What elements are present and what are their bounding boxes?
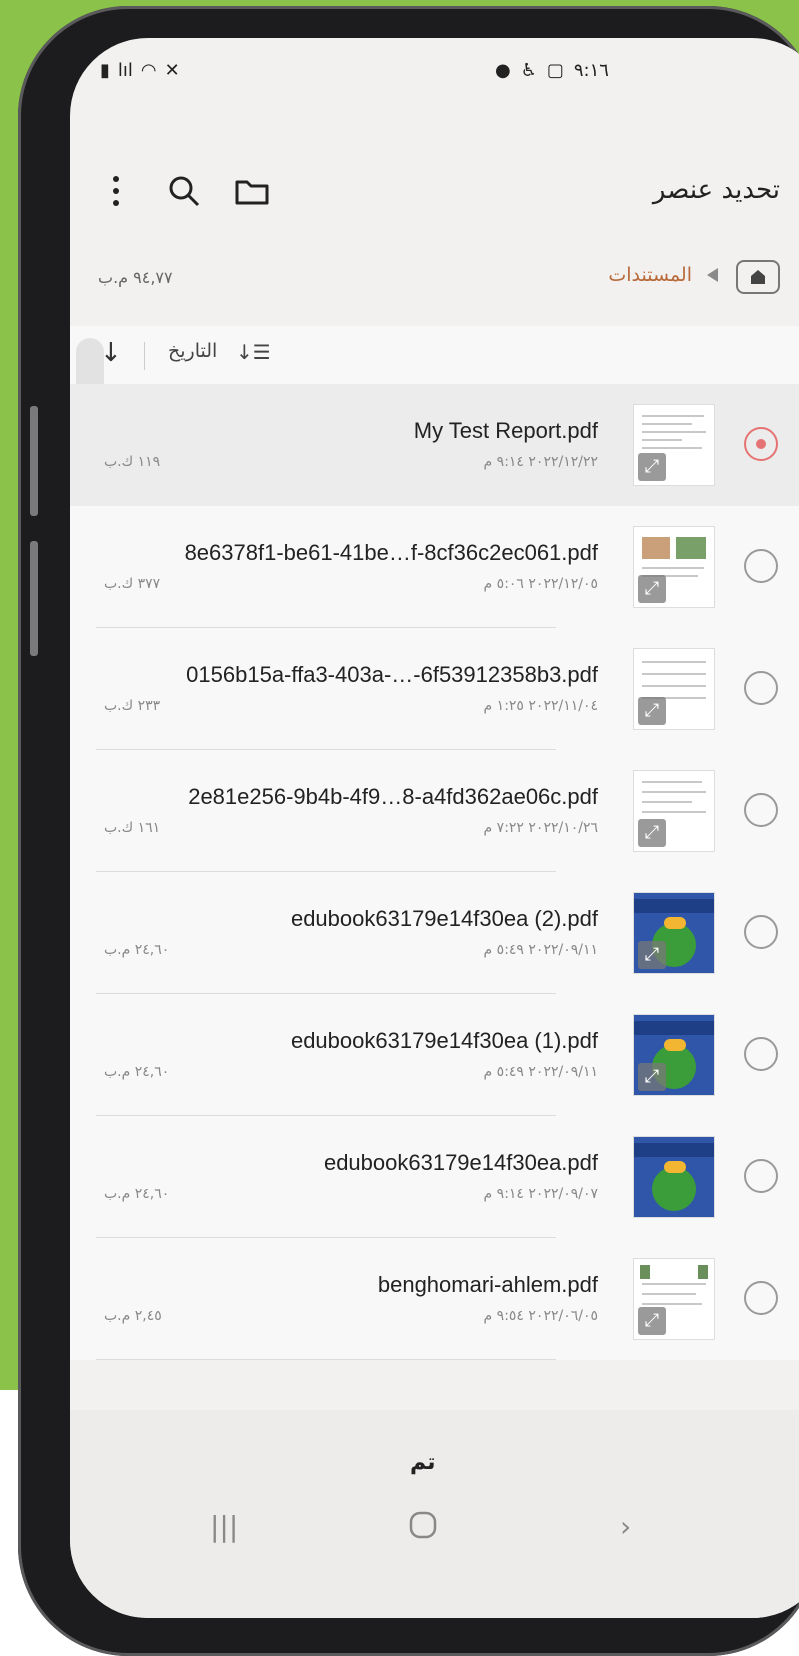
battery-icon: ▮: [100, 60, 110, 81]
file-thumbnail: ⤢: [634, 649, 714, 729]
page-title: تحديد عنصر: [652, 175, 780, 205]
file-date: ٢٠٢٢/١١/٠٤ ١:٢٥ م: [483, 698, 598, 714]
file-size: ٢٤,٦٠ م.ب: [104, 1064, 170, 1080]
power-button: [30, 541, 38, 656]
file-date: ٢٠٢٢/١٠/٢٦ ٧:٢٢ م: [483, 820, 598, 836]
folder-button[interactable]: [230, 169, 274, 213]
expand-icon[interactable]: ⤢: [638, 819, 666, 847]
file-date: ٢٠٢٢/٠٩/١١ ٥:٤٩ م: [483, 942, 598, 958]
file-date: ٢٠٢٢/٠٩/٠٧ ٩:١٤ م: [483, 1186, 598, 1202]
file-size: ٢٤,٦٠ م.ب: [104, 1186, 170, 1202]
home-circle-icon: [409, 1511, 437, 1539]
file-list: ⤢ My Test Report.pdf ٢٠٢٢/١٢/٢٢ ٩:١٤ م ١…: [70, 384, 799, 1360]
breadcrumb-current[interactable]: المستندات: [608, 264, 692, 286]
file-size: ١٦١ ك.ب: [104, 820, 161, 836]
phone-icon: ●: [495, 60, 511, 81]
status-icons-right: ● ♿ ▢ ٩:١٦: [495, 60, 609, 81]
signal-icon: lıl: [117, 60, 133, 81]
home-icon: [751, 270, 765, 284]
expand-icon[interactable]: ⤢: [638, 941, 666, 969]
file-thumbnail: ⤢: [634, 1015, 714, 1095]
status-time: ٩:١٦: [573, 60, 609, 81]
file-name: edubook63179e14f30ea (2).pdf: [290, 906, 598, 931]
select-radio[interactable]: [744, 427, 778, 461]
nav-home-button[interactable]: [408, 1510, 438, 1547]
select-radio[interactable]: [744, 1037, 778, 1071]
file-name: edubook63179e14f30ea.pdf: [323, 1150, 598, 1175]
expand-icon[interactable]: ⤢: [638, 1063, 666, 1091]
sort-divider: [144, 342, 145, 370]
file-thumbnail: ⤢: [634, 893, 714, 973]
file-size: ٢٣٣ ك.ب: [104, 698, 161, 714]
file-size: ٣٧٧ ك.ب: [104, 576, 161, 592]
file-row[interactable]: ⤢ 8e6378f1-be61-41be…f-8cf36c2ec061.pdf …: [70, 506, 799, 628]
file-thumbnail: ⤢: [634, 527, 714, 607]
file-date: ٢٠٢٢/٠٦/٠٥ ٩:٥٤ م: [483, 1308, 598, 1324]
storage-size: ٩٤,٧٧ م.ب: [98, 268, 173, 287]
nav-back-button[interactable]: ›: [620, 1510, 631, 1543]
file-thumbnail: [634, 1137, 714, 1217]
status-icons-left: ▮ lıl ◠ ✕: [100, 60, 180, 81]
screen: ▮ lıl ◠ ✕ ● ♿ ▢ ٩:١٦ تحديد عنصر ٩٤,٧٧ م.…: [70, 38, 799, 1618]
more-options-button[interactable]: [94, 169, 138, 213]
select-radio[interactable]: [744, 1281, 778, 1315]
file-size: ١١٩ ك.ب: [104, 454, 161, 470]
done-button[interactable]: تم: [410, 1450, 436, 1475]
wifi-icon: ◠: [140, 60, 157, 81]
file-name: 8e6378f1-be61-41be…f-8cf36c2ec061.pdf: [184, 540, 598, 565]
file-name: benghomari-ahlem.pdf: [377, 1272, 598, 1297]
accessibility-icon: ♿: [520, 60, 537, 81]
file-thumbnail: ⤢: [634, 1259, 714, 1339]
file-row[interactable]: ⤢ edubook63179e14f30ea (1).pdf ٢٠٢٢/٠٩/١…: [70, 994, 799, 1116]
mute-icon: ✕: [164, 60, 180, 81]
select-radio[interactable]: [744, 915, 778, 949]
file-row[interactable]: ⤢ benghomari-ahlem.pdf ٢٠٢٢/٠٦/٠٥ ٩:٥٤ م…: [70, 1238, 799, 1360]
select-radio[interactable]: [744, 1159, 778, 1193]
file-row[interactable]: ⤢ My Test Report.pdf ٢٠٢٢/١٢/٢٢ ٩:١٤ م ١…: [70, 384, 799, 506]
home-button[interactable]: [736, 260, 780, 294]
nav-recents-button[interactable]: |||: [210, 1510, 238, 1543]
file-row[interactable]: ⤢ 2e81e256-9b4b-4f9…8-a4fd362ae06c.pdf ٢…: [70, 750, 799, 872]
file-name: My Test Report.pdf: [413, 418, 598, 443]
file-name: 0156b15a-ffa3-403a-…-6f53912358b3.pdf: [186, 662, 598, 687]
file-name: edubook63179e14f30ea (1).pdf: [290, 1028, 598, 1053]
file-thumbnail: ⤢: [634, 405, 714, 485]
screenshot-icon: ▢: [546, 60, 564, 81]
sort-by-button[interactable]: التاريخ: [168, 340, 217, 362]
file-size: ٢٤,٦٠ م.ب: [104, 942, 170, 958]
file-date: ٢٠٢٢/١٢/٠٥ ٥:٠٦ م: [483, 576, 598, 592]
app-bar: تحديد عنصر: [70, 163, 780, 223]
expand-icon[interactable]: ⤢: [638, 1307, 666, 1335]
folder-icon: [235, 180, 269, 205]
expand-icon[interactable]: ⤢: [638, 575, 666, 603]
search-button[interactable]: [162, 169, 206, 213]
phone-frame: ▮ lıl ◠ ✕ ● ♿ ▢ ٩:١٦ تحديد عنصر ٩٤,٧٧ م.…: [18, 6, 799, 1656]
file-row[interactable]: ⤢ edubook63179e14f30ea (2).pdf ٢٠٢٢/٠٩/١…: [70, 872, 799, 994]
file-thumbnail: ⤢: [634, 771, 714, 851]
volume-button: [30, 406, 38, 516]
file-date: ٢٠٢٢/١٢/٢٢ ٩:١٤ م: [483, 454, 598, 470]
breadcrumb-arrow-icon: [707, 268, 718, 282]
file-name: 2e81e256-9b4b-4f9…8-a4fd362ae06c.pdf: [188, 784, 598, 809]
sort-icon: ↓☰: [236, 340, 271, 364]
expand-icon[interactable]: ⤢: [638, 453, 666, 481]
sort-bar: ↓ التاريخ ↓☰: [70, 326, 799, 384]
search-icon: [169, 176, 200, 207]
row-divider: [96, 1359, 556, 1360]
select-radio[interactable]: [744, 671, 778, 705]
more-icon: [113, 176, 119, 206]
file-date: ٢٠٢٢/٠٩/١١ ٥:٤٩ م: [483, 1064, 598, 1080]
breadcrumb: ٩٤,٧٧ م.ب المستندات: [70, 254, 780, 304]
expand-icon[interactable]: ⤢: [638, 697, 666, 725]
bottom-bar: تم ||| ›: [70, 1410, 799, 1618]
status-bar: ▮ lıl ◠ ✕ ● ♿ ▢ ٩:١٦: [100, 60, 799, 96]
select-radio[interactable]: [744, 549, 778, 583]
file-size: ٢,٤٥ م.ب: [104, 1308, 162, 1324]
file-row[interactable]: edubook63179e14f30ea.pdf ٢٠٢٢/٠٩/٠٧ ٩:١٤…: [70, 1116, 799, 1238]
select-radio[interactable]: [744, 793, 778, 827]
file-row[interactable]: ⤢ 0156b15a-ffa3-403a-…-6f53912358b3.pdf …: [70, 628, 799, 750]
